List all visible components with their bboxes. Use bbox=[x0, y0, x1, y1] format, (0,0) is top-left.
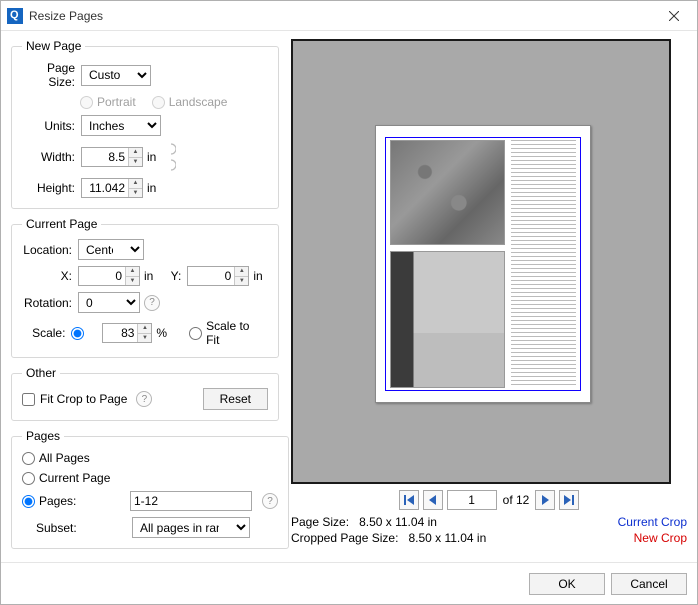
group-pages-legend: Pages bbox=[22, 429, 64, 443]
window-title: Resize Pages bbox=[29, 9, 651, 23]
preview-box bbox=[291, 39, 671, 484]
close-button[interactable] bbox=[651, 1, 697, 31]
scale-unit: % bbox=[156, 326, 167, 340]
cancel-button[interactable]: Cancel bbox=[611, 573, 687, 595]
pages-all-radio[interactable] bbox=[22, 452, 35, 465]
orientation-landscape-radio bbox=[152, 96, 165, 109]
width-input[interactable] bbox=[82, 148, 128, 166]
spinner-arrows[interactable]: ▲▼ bbox=[128, 179, 142, 197]
page-size-value: 8.50 x 11.04 in bbox=[359, 515, 437, 529]
next-page-button[interactable] bbox=[535, 490, 555, 510]
pager: of 12 bbox=[291, 490, 687, 510]
group-other-legend: Other bbox=[22, 366, 60, 380]
width-spinner[interactable]: ▲▼ bbox=[81, 147, 143, 167]
group-current-page: Current Page Location: Center X: ▲▼ in Y… bbox=[11, 217, 279, 358]
width-label: Width: bbox=[22, 150, 77, 164]
scale-input[interactable] bbox=[103, 324, 137, 342]
group-current-page-legend: Current Page bbox=[22, 217, 101, 231]
units-label: Units: bbox=[22, 119, 77, 133]
height-label: Height: bbox=[22, 181, 77, 195]
prev-page-button[interactable] bbox=[423, 490, 443, 510]
orientation-landscape: Landscape bbox=[152, 95, 228, 109]
pagesize-select[interactable]: Custom bbox=[81, 65, 151, 86]
scale-spinner[interactable]: ▲▼ bbox=[102, 323, 152, 343]
page-total-label: of 12 bbox=[503, 493, 530, 507]
preview-panel: of 12 Page Size: 8.50 x 11.04 in Current… bbox=[291, 39, 687, 562]
chain-link-icon[interactable] bbox=[164, 142, 178, 172]
y-spinner[interactable]: ▲▼ bbox=[187, 266, 249, 286]
resize-pages-dialog: Resize Pages New Page Page Size: Custom bbox=[0, 0, 698, 605]
x-input[interactable] bbox=[79, 267, 125, 285]
subset-label: Subset: bbox=[22, 521, 128, 535]
app-icon bbox=[7, 8, 23, 24]
scale-to-fit-radio[interactable] bbox=[189, 327, 202, 340]
units-select[interactable]: Inches bbox=[81, 115, 161, 136]
location-select[interactable]: Center bbox=[78, 239, 144, 260]
rotation-label: Rotation: bbox=[22, 296, 74, 310]
spinner-arrows[interactable]: ▲▼ bbox=[128, 148, 142, 166]
x-label: X: bbox=[22, 269, 74, 283]
pages-range-radio[interactable] bbox=[22, 495, 35, 508]
ok-button[interactable]: OK bbox=[529, 573, 605, 595]
pages-current-option[interactable]: Current Page bbox=[22, 471, 110, 485]
scale-custom-option[interactable] bbox=[71, 327, 84, 340]
y-input[interactable] bbox=[188, 267, 234, 285]
reset-button[interactable]: Reset bbox=[203, 388, 268, 410]
help-icon[interactable]: ? bbox=[262, 493, 278, 509]
new-crop-label: New Crop bbox=[634, 530, 687, 546]
help-icon[interactable]: ? bbox=[144, 295, 160, 311]
pages-all-option[interactable]: All Pages bbox=[22, 451, 90, 465]
x-spinner[interactable]: ▲▼ bbox=[78, 266, 140, 286]
scale-label: Scale: bbox=[22, 326, 67, 340]
close-icon bbox=[669, 11, 679, 21]
y-unit: in bbox=[253, 269, 262, 283]
subset-select[interactable]: All pages in range bbox=[132, 517, 250, 538]
rotation-select[interactable]: 0 bbox=[78, 292, 140, 313]
page-size-label: Page Size: bbox=[291, 515, 349, 529]
dialog-footer: OK Cancel bbox=[1, 562, 697, 604]
scale-to-fit-option[interactable]: Scale to Fit bbox=[189, 319, 256, 347]
group-pages: Pages All Pages Current Page bbox=[11, 429, 289, 549]
titlebar: Resize Pages bbox=[1, 1, 697, 31]
pages-range-input[interactable] bbox=[130, 491, 252, 511]
location-label: Location: bbox=[22, 243, 74, 257]
pagesize-label: Page Size: bbox=[22, 61, 77, 89]
orientation-portrait: Portrait bbox=[80, 95, 136, 109]
current-crop-label: Current Crop bbox=[618, 514, 687, 530]
group-new-page: New Page Page Size: Custom Portrait Land… bbox=[11, 39, 279, 209]
group-new-page-legend: New Page bbox=[22, 39, 85, 53]
height-spinner[interactable]: ▲▼ bbox=[81, 178, 143, 198]
info-lines: Page Size: 8.50 x 11.04 in Current Crop … bbox=[291, 514, 687, 546]
x-unit: in bbox=[144, 269, 153, 283]
pages-current-radio[interactable] bbox=[22, 472, 35, 485]
cropped-size-value: 8.50 x 11.04 in bbox=[408, 531, 486, 545]
page-number-input[interactable] bbox=[447, 490, 497, 510]
group-other: Other Fit Crop to Page ? Reset bbox=[11, 366, 279, 421]
cropped-size-label: Cropped Page Size: bbox=[291, 531, 398, 545]
orientation-portrait-radio bbox=[80, 96, 93, 109]
y-label: Y: bbox=[157, 269, 183, 283]
last-page-button[interactable] bbox=[559, 490, 579, 510]
height-unit: in bbox=[147, 181, 156, 195]
content-area: New Page Page Size: Custom Portrait Land… bbox=[1, 31, 697, 562]
width-unit: in bbox=[147, 150, 156, 164]
crop-outline bbox=[385, 137, 581, 391]
height-input[interactable] bbox=[82, 179, 128, 197]
settings-panel: New Page Page Size: Custom Portrait Land… bbox=[11, 39, 279, 562]
scale-custom-radio[interactable] bbox=[71, 327, 84, 340]
pages-range-option[interactable]: Pages: bbox=[22, 494, 114, 508]
fit-crop-option[interactable]: Fit Crop to Page ? bbox=[22, 391, 152, 407]
fit-crop-checkbox[interactable] bbox=[22, 393, 35, 406]
first-page-button[interactable] bbox=[399, 490, 419, 510]
help-icon[interactable]: ? bbox=[136, 391, 152, 407]
